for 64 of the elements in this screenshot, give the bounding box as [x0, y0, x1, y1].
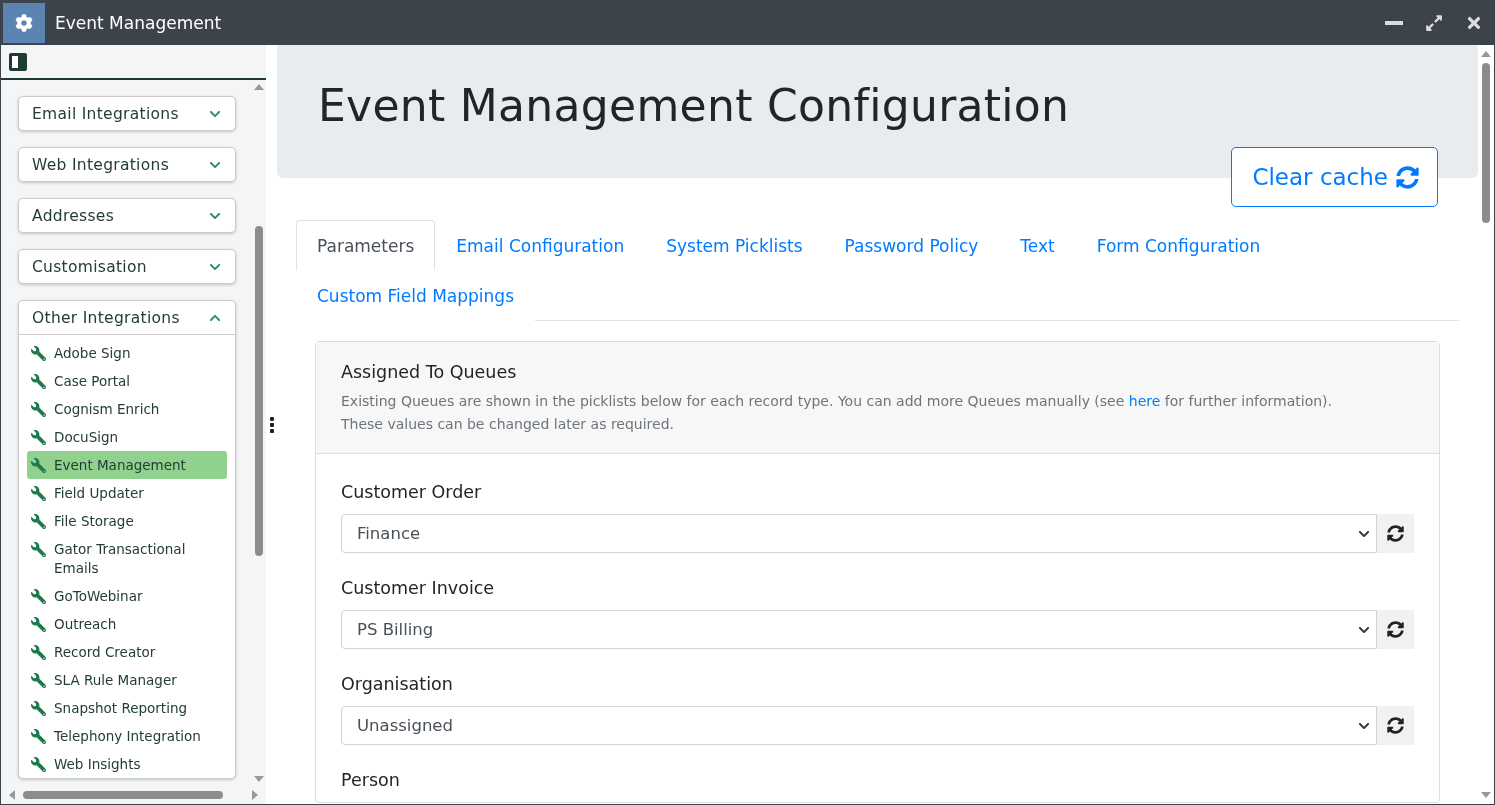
- group-header[interactable]: Email Integrations: [19, 97, 235, 130]
- clear-cache-button[interactable]: Clear cache: [1231, 147, 1438, 207]
- wrench-icon: [31, 456, 46, 473]
- wrench-icon: [31, 540, 46, 557]
- wrench-icon: [31, 484, 46, 501]
- field-label: Customer Order: [341, 482, 483, 502]
- wrench-icon: [31, 512, 46, 529]
- help-link[interactable]: here: [1128, 393, 1161, 409]
- card-title: Assigned To Queues: [341, 362, 518, 382]
- splitter-handle[interactable]: [269, 416, 274, 433]
- wrench-icon: [31, 372, 46, 389]
- sidebar-item[interactable]: Field Updater: [27, 479, 227, 507]
- wrench-icon: [31, 428, 46, 445]
- queue-select[interactable]: PS Billing: [341, 610, 1377, 649]
- card-note: These values can be changed later as required.: [341, 415, 675, 434]
- window-title: Event Management: [55, 13, 223, 33]
- refresh-icon: [1387, 717, 1404, 734]
- refresh-button[interactable]: [1377, 514, 1414, 553]
- sidebar-item[interactable]: Snapshot Reporting: [27, 694, 227, 722]
- sidebar-item[interactable]: Telephony Integration: [27, 722, 227, 750]
- settings-icon[interactable]: [3, 3, 45, 43]
- wrench-icon: [31, 587, 46, 604]
- refresh-button[interactable]: [1377, 610, 1414, 649]
- wrench-icon: [31, 671, 46, 688]
- refresh-icon: [1387, 525, 1404, 542]
- card-description: Existing Queues are shown in the picklists below for each record type. You can add more Queues manually (see here for further information).: [341, 392, 1333, 411]
- field-label: Customer Invoice: [341, 578, 496, 598]
- sidebar-item[interactable]: Outreach: [27, 610, 227, 638]
- group-header[interactable]: Other Integrations: [19, 301, 235, 334]
- tab[interactable]: Parameters: [296, 220, 436, 271]
- sidebar-item[interactable]: GoToWebinar: [27, 582, 227, 610]
- close-icon: [1465, 14, 1483, 32]
- sidebar-toggle-icon[interactable]: [9, 52, 27, 71]
- wrench-icon: [31, 643, 46, 660]
- wrench-icon: [31, 727, 46, 744]
- minimize-icon: [1385, 21, 1403, 25]
- sidebar-item[interactable]: SLA Rule Manager: [27, 666, 227, 694]
- page-title: Event Management Configuration: [318, 80, 1071, 131]
- sidebar-item[interactable]: Gator Transactional Emails: [27, 535, 227, 582]
- sidebar-item[interactable]: Case Portal: [27, 367, 227, 395]
- queue-select[interactable]: Unassigned: [341, 706, 1377, 745]
- wrench-icon: [31, 615, 46, 632]
- group-header[interactable]: Customisation: [19, 250, 235, 283]
- group-header[interactable]: Addresses: [19, 199, 235, 232]
- tab[interactable]: Custom Field Mappings: [296, 270, 535, 321]
- sidebar-item[interactable]: Adobe Sign: [27, 339, 227, 367]
- wrench-icon: [31, 344, 46, 361]
- sidebar-item[interactable]: DocuSign: [27, 423, 227, 451]
- refresh-button[interactable]: [1377, 706, 1414, 745]
- sidebar-item[interactable]: File Storage: [27, 507, 227, 535]
- sidebar-item[interactable]: Web Insights: [27, 750, 227, 778]
- sidebar-item[interactable]: Record Creator: [27, 638, 227, 666]
- expand-arrows-icon: [1425, 14, 1443, 32]
- group-header[interactable]: Web Integrations: [19, 148, 235, 181]
- field-label: Person: [341, 770, 401, 790]
- refresh-icon: [1387, 621, 1404, 638]
- queue-select[interactable]: Finance: [341, 514, 1377, 553]
- sidebar-item[interactable]: Event Management: [27, 451, 227, 479]
- refresh-icon: [1396, 165, 1419, 189]
- wrench-icon: [31, 400, 46, 417]
- wrench-icon: [31, 755, 46, 772]
- field-label: Organisation: [341, 674, 454, 694]
- wrench-icon: [31, 699, 46, 716]
- sidebar-item[interactable]: Cognism Enrich: [27, 395, 227, 423]
